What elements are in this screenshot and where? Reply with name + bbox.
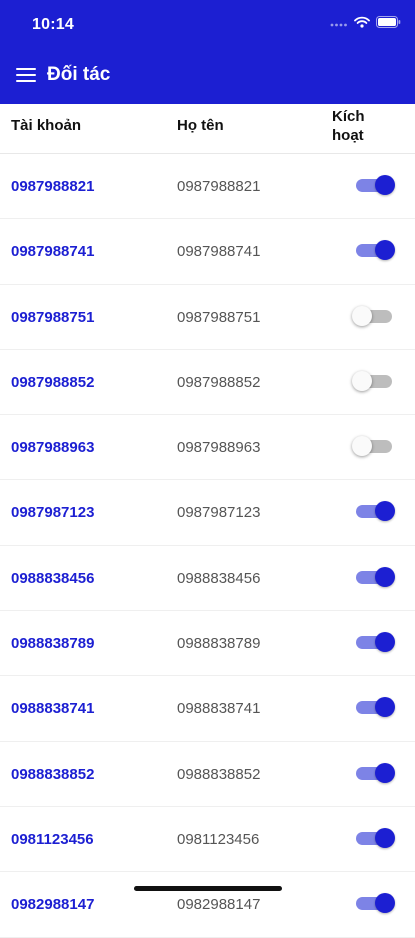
table-row: 0982988147 0982988147 — [0, 872, 415, 938]
table-row: 0987988852 0987988852 — [0, 350, 415, 416]
column-header-active: Kích hoạt — [332, 107, 365, 145]
wifi-icon — [354, 16, 370, 28]
toggle-knob — [375, 566, 395, 587]
account-link[interactable]: 0987988741 — [11, 243, 94, 260]
battery-icon — [376, 16, 401, 28]
account-link[interactable]: 0988838741 — [11, 700, 94, 717]
toggle-knob — [375, 175, 395, 195]
partner-name: 0981123456 — [177, 830, 260, 848]
app-bar: Đối tác — [0, 50, 415, 104]
partner-name: 0987988741 — [177, 243, 261, 261]
toggle-knob — [352, 370, 372, 391]
active-toggle[interactable] — [354, 501, 395, 522]
partner-name: 0988838456 — [177, 569, 261, 587]
table-row: 0987988751 0987988751 — [0, 285, 415, 350]
account-link[interactable]: 0988838789 — [11, 635, 94, 652]
account-link[interactable]: 0987988751 — [11, 309, 94, 326]
active-toggle[interactable] — [354, 632, 395, 653]
table-row: 0987988963 0987988963 — [0, 415, 415, 481]
partner-name: 0987988963 — [177, 439, 261, 457]
partner-name: 0988838741 — [177, 700, 261, 718]
account-link[interactable]: 0988838852 — [11, 766, 94, 783]
status-icons — [330, 16, 401, 28]
active-toggle[interactable] — [354, 762, 395, 783]
active-toggle[interactable] — [354, 827, 395, 848]
table-row: 0988838789 0988838789 — [0, 611, 415, 677]
partner-name: 0988838789 — [177, 635, 261, 653]
column-header-active-line1: Kích — [332, 108, 365, 125]
toggle-knob — [375, 893, 395, 914]
toggle-knob — [375, 697, 395, 718]
table-row: 0987988741 0987988741 — [0, 219, 415, 285]
table-row: 0981123456 0981123456 — [0, 807, 415, 873]
toggle-knob — [375, 632, 395, 653]
cellular-signal-icon — [330, 23, 347, 27]
toggle-knob — [352, 436, 372, 457]
toggle-knob — [375, 827, 395, 848]
table-row: 0988838741 0988838741 — [0, 676, 415, 742]
partner-name: 0982988147 — [177, 896, 261, 914]
active-toggle[interactable] — [352, 436, 394, 457]
column-header-account: Tài khoản — [11, 117, 82, 134]
account-link[interactable]: 0987987123 — [11, 504, 94, 521]
partner-list: 0987988821 0987988821 0987988741 0987988741… — [0, 154, 415, 938]
active-toggle[interactable] — [354, 697, 395, 718]
table-row: 0987987123 0987987123 — [0, 480, 415, 546]
hamburger-menu-icon[interactable] — [16, 68, 36, 84]
home-indicator — [134, 886, 282, 891]
active-toggle[interactable] — [352, 370, 394, 391]
table-row: 0988838852 0988838852 — [0, 742, 415, 807]
active-toggle[interactable] — [354, 893, 395, 914]
toggle-knob — [375, 501, 395, 522]
account-link[interactable]: 0981123456 — [11, 831, 94, 848]
page-title: Đối tác — [47, 64, 111, 85]
partner-name: 0987988821 — [177, 178, 261, 195]
status-time: 10:14 — [32, 16, 74, 33]
column-header-active-line2: hoạt — [332, 127, 364, 144]
partner-name: 0987988852 — [177, 373, 261, 391]
account-link[interactable]: 0987988821 — [11, 178, 94, 195]
partner-name: 0987987123 — [177, 504, 261, 522]
partner-name: 0988838852 — [177, 765, 261, 783]
partner-name: 0987988751 — [177, 308, 261, 326]
active-toggle[interactable] — [354, 175, 395, 195]
active-toggle[interactable] — [354, 240, 395, 261]
account-link[interactable]: 0982988147 — [11, 896, 94, 913]
table-row: 0988838456 0988838456 — [0, 546, 415, 612]
account-link[interactable]: 0988838456 — [11, 570, 94, 587]
table-row: 0987988821 0987988821 — [0, 154, 415, 220]
status-bar: 10:14 — [0, 0, 415, 50]
active-toggle[interactable] — [354, 566, 395, 587]
account-link[interactable]: 0987988963 — [11, 439, 94, 456]
account-link[interactable]: 0987988852 — [11, 374, 94, 391]
column-header-name: Họ tên — [177, 117, 224, 134]
active-toggle[interactable] — [352, 305, 394, 326]
toggle-knob — [352, 305, 372, 326]
toggle-knob — [375, 240, 395, 261]
toggle-knob — [375, 762, 395, 783]
table-header: Tài khoản Họ tên Kích hoạt — [0, 104, 415, 154]
